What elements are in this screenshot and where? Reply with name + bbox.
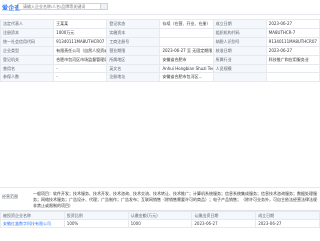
info-label: 营业期限 <box>106 45 161 56</box>
investment-header-cell: 认缴金额(万元) <box>127 211 193 220</box>
info-label: 登记状态 <box>106 19 161 29</box>
info-value: 2023-06-27 至 无固定期限 <box>159 45 214 56</box>
info-label: 所属地区 <box>106 54 161 65</box>
info-value: 1000万元 <box>53 27 108 38</box>
search-button[interactable] <box>100 3 108 10</box>
info-label: 注册资本 <box>0 27 55 38</box>
info-value: Anhui Hongbian Shuzi Technology Co., Ltd… <box>159 63 214 74</box>
info-label: 实缴资本 <box>106 27 161 38</box>
info-row: 登记机关 合肥市包河区市场监督管理局 所属地区 安徽省合肥市 所属行业 科技推广和应用服务… <box>0 54 320 65</box>
company-info-card: 法定代表人 王某某 登记状态 存续（在营、开业、在册） 成立日期 2023-06-27 注册… <box>0 14 320 221</box>
info-label: 所属行业 <box>212 54 267 65</box>
info-value: 安徽省合肥市包河区… <box>159 72 214 83</box>
investment-header-cell: 成立日期 <box>255 211 320 220</box>
info-label: 注册地址 <box>106 72 161 83</box>
investment-header-row: 被投资企业名称 投资比例 认缴金额(万元) 认缴出资日期 成立日期 <box>0 211 320 220</box>
info-value <box>159 36 214 47</box>
info-label: 工商注册号 <box>106 36 161 47</box>
investment-ratio: 100% <box>63 219 129 228</box>
investment-header-cell: 被投资企业名称 <box>0 211 65 220</box>
info-label: 人员规模 <box>212 63 267 74</box>
info-label: 组织机构代码 <box>212 27 267 38</box>
info-value: 91340111MA8UTHCR07 <box>53 36 108 47</box>
info-value: 存续（在营、开业、在册） <box>159 19 214 29</box>
info-label: 登记机关 <box>0 54 55 65</box>
info-value: MA8UTHCR-7 <box>265 27 320 38</box>
info-label: 核准日期 <box>212 45 267 56</box>
info-label: 曾用名 <box>0 63 55 74</box>
info-value: 安徽省合肥市 <box>159 54 214 65</box>
info-value <box>159 27 214 38</box>
info-label: 企业类型 <box>0 45 55 56</box>
info-value: 2023-06-27 <box>265 45 320 56</box>
investment-header-cell: 投资比例 <box>63 211 129 220</box>
info-row: 法定代表人 王某某 登记状态 存续（在营、开业、在册） 成立日期 2023-06-27 <box>0 19 320 29</box>
info-value: 合肥市包河区市场监督管理局 <box>53 54 108 65</box>
top-bar: 爱企查 <box>0 0 320 15</box>
info-label: 参保人数 <box>0 72 55 83</box>
investment-amount: 1000 <box>127 219 193 228</box>
info-value <box>265 72 320 83</box>
info-row: 统一社会信用代码 91340111MA8UTHCR07 工商注册号 纳税人识别号 913… <box>0 36 320 47</box>
company-info-table: 法定代表人 王某某 登记状态 存续（在营、开业、在册） 成立日期 2023-06-27 注册… <box>0 19 320 83</box>
info-value: - <box>53 63 108 74</box>
investment-date: 2023-06-27 <box>191 219 257 228</box>
info-value: 2023-06-27 <box>265 19 320 29</box>
info-label: 成立日期 <box>212 19 267 29</box>
investment-table: 被投资企业名称 投资比例 认缴金额(万元) 认缴出资日期 成立日期 安徽红盒数字… <box>0 211 320 228</box>
info-row: 注册资本 1000万元 实缴资本 组织机构代码 MA8UTHCR-7 <box>0 27 320 38</box>
info-value: - <box>53 72 108 83</box>
info-value <box>265 63 320 74</box>
info-row: 参保人数 - 注册地址 安徽省合肥市包河区… <box>0 72 320 83</box>
info-label: 统一社会信用代码 <box>0 36 55 47</box>
investment-header-cell: 认缴出资日期 <box>191 211 257 220</box>
info-value: 科技推广和应用服务业 <box>265 54 320 65</box>
info-value: 有限责任公司（自然人投资或控股） <box>53 45 108 56</box>
legal-rep-value[interactable]: 王某某 <box>53 19 108 29</box>
info-row: 曾用名-英文名Anhui Hongbian Shuzi Technology C… <box>0 63 320 74</box>
scope-text: 一般项目：软件开发；技术服务、技术开发、技术咨询、技术交流、技术转让、技术推广；… <box>33 191 317 208</box>
search-input[interactable] <box>18 3 102 10</box>
investment-section: 被投资企业名称 投资比例 认缴金额(万元) 认缴出资日期 成立日期 安徽红盒数字… <box>0 210 320 241</box>
investment-row: 安徽红盒数字科技有限公司 100% 1000 2023-06-27 2023-0… <box>0 219 320 228</box>
investment-company-link[interactable]: 安徽红盒数字科技有限公司 <box>0 219 65 228</box>
info-label <box>212 72 267 83</box>
info-label: 法定代表人 <box>0 19 55 29</box>
info-grid: 法定代表人 王某某 登记状态 存续（在营、开业、在册） 成立日期 2023-06-27 注册… <box>0 19 320 83</box>
info-label: 英文名 <box>106 63 161 74</box>
investment-established: 2023-06-27 <box>255 219 320 228</box>
info-label: 纳税人识别号 <box>212 36 267 47</box>
scope-label: 经营范围 <box>2 194 18 199</box>
info-value: 91340111MA8UTHCR07 <box>265 36 320 47</box>
info-row: 企业类型有限责任公司（自然人投资或控股）营业期限2023-06-27 至 无固定… <box>0 45 320 56</box>
